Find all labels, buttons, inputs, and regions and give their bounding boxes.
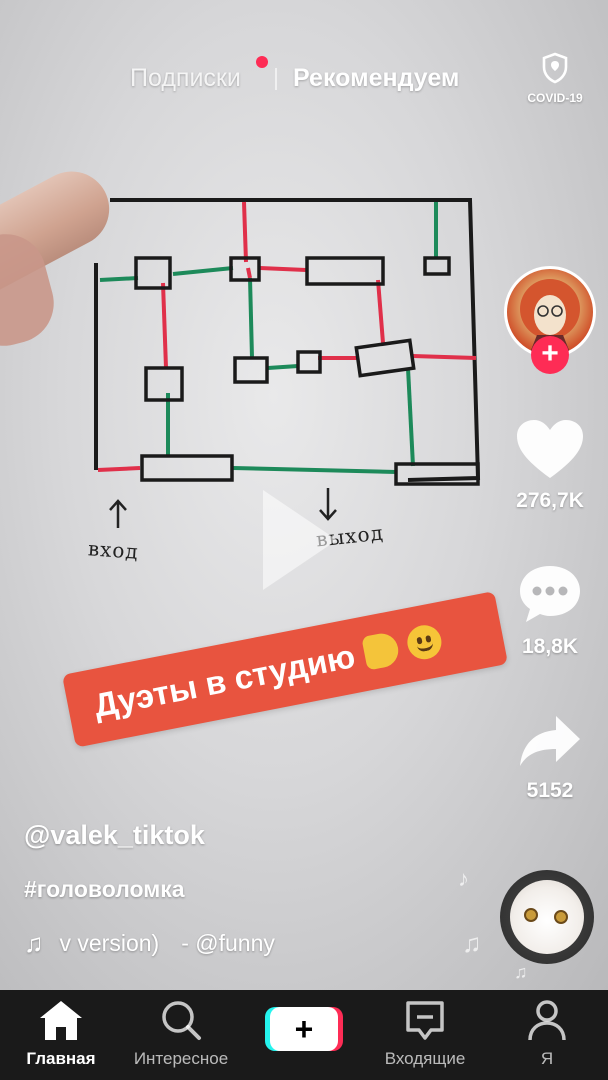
- following-notification-dot: [256, 56, 268, 68]
- tab-for-you[interactable]: Рекомендуем: [293, 64, 459, 93]
- entrance-label: вход: [87, 536, 140, 564]
- search-icon: [162, 1001, 201, 1040]
- nav-home-label: Главная: [26, 1049, 96, 1068]
- user-icon: [528, 1000, 566, 1041]
- nav-discover-label: Интересное: [133, 1049, 229, 1068]
- feed-tabs: Подписки Рекомендуем: [0, 60, 608, 100]
- comment-button[interactable]: 18,8K: [508, 562, 592, 659]
- floating-note-icon: ♪: [458, 866, 469, 891]
- floating-note-icon: ♫: [514, 962, 528, 982]
- share-count: 5152: [526, 779, 574, 802]
- covid-button[interactable]: COVID-19: [520, 52, 590, 105]
- music-note-icon: ♫: [24, 928, 44, 958]
- like-count: 276,7K: [516, 489, 584, 512]
- music-title: v version): [59, 930, 160, 956]
- cat-eye: [554, 910, 568, 924]
- disc-cover: [510, 880, 584, 954]
- play-icon[interactable]: [263, 490, 337, 590]
- comment-count: 18,8K: [521, 635, 579, 658]
- shield-icon: [542, 52, 568, 84]
- share-arrow-icon: [520, 716, 580, 766]
- hashtag-link[interactable]: #головоломка: [24, 876, 185, 903]
- music-author: - @funny: [181, 930, 275, 956]
- create-button[interactable]: +: [270, 1007, 338, 1051]
- share-button[interactable]: 5152: [508, 712, 592, 803]
- floating-note-icon: ♫: [462, 928, 482, 958]
- cat-eye: [524, 908, 538, 922]
- music-info[interactable]: ♫ v version) - @funny: [24, 928, 275, 959]
- smile-emoji-icon: [404, 622, 445, 663]
- tab-divider: [275, 68, 277, 90]
- sticker-text: Дуэты в студию: [90, 637, 359, 725]
- nav-me-label: Я: [540, 1049, 554, 1068]
- heart-icon: [517, 420, 583, 478]
- inbox-icon: [406, 1001, 444, 1040]
- nav-home[interactable]: Главная: [6, 998, 116, 1069]
- nav-discover[interactable]: Интересное: [126, 998, 236, 1069]
- nav-me[interactable]: Я: [492, 998, 602, 1069]
- thumbs-up-emoji-icon: [361, 630, 402, 671]
- follow-button[interactable]: +: [531, 336, 569, 374]
- music-disc[interactable]: [500, 870, 594, 964]
- covid-label: COVID-19: [527, 91, 583, 105]
- nav-inbox[interactable]: Входящие: [370, 998, 480, 1069]
- maze-drawing: [94, 198, 481, 486]
- creator-username[interactable]: @valek_tiktok: [24, 820, 205, 851]
- arrow-up-drawing: [109, 499, 127, 528]
- like-button[interactable]: 276,7K: [508, 418, 592, 513]
- caption-sticker: Дуэты в студию: [62, 591, 509, 748]
- nav-inbox-label: Входящие: [384, 1049, 466, 1068]
- tab-following[interactable]: Подписки: [130, 64, 241, 93]
- comment-icon: [520, 566, 580, 622]
- home-icon: [40, 1001, 82, 1040]
